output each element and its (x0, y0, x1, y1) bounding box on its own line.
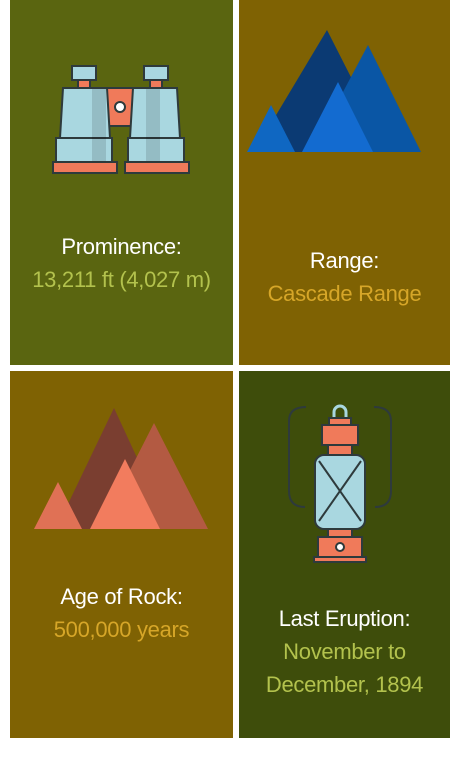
mountains-icon (34, 408, 208, 529)
prominence-title: Prominence: (61, 234, 182, 259)
range-card[interactable]: Range: Cascade Range (239, 0, 450, 365)
last-eruption-title: Last Eruption: (278, 606, 411, 631)
mountains-icon (247, 30, 421, 152)
range-value: Cascade Range (267, 281, 422, 306)
last-eruption-card[interactable]: Last Eruption: November to December, 189… (239, 371, 450, 738)
last-eruption-value: November to December, 1894 (265, 639, 424, 697)
age-of-rock-card[interactable]: Age of Rock: 500,000 years (10, 371, 233, 738)
age-of-rock-value: 500,000 years (53, 617, 190, 642)
range-title: Range: (309, 248, 380, 273)
prominence-card[interactable]: Prominence: 13,211 ft (4,027 m) (10, 0, 233, 365)
lantern-icon (288, 404, 392, 563)
prominence-value: 13,211 ft (4,027 m) (32, 267, 211, 292)
binoculars-icon (52, 65, 190, 174)
age-of-rock-title: Age of Rock: (60, 584, 183, 609)
